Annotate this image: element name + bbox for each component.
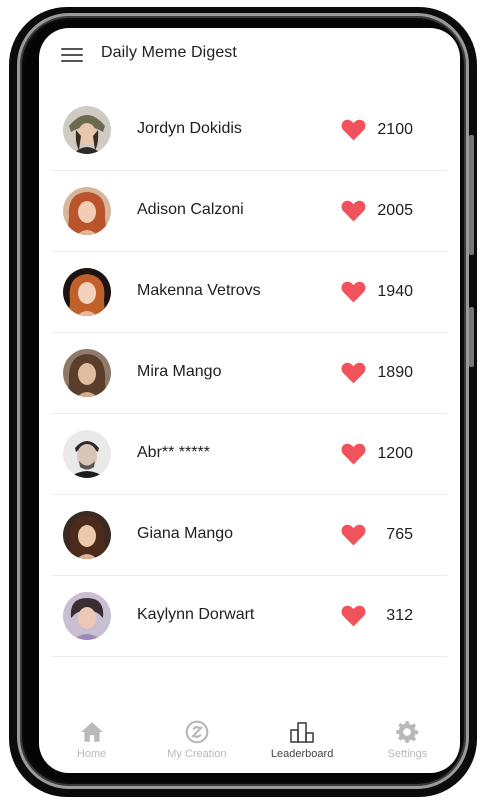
like-count: 2005 — [377, 202, 413, 219]
app-header: Daily Meme Digest — [39, 28, 460, 84]
nav-label: My Creation — [167, 748, 227, 760]
nav-settings[interactable]: Settings — [355, 711, 460, 773]
heart-icon[interactable] — [341, 199, 366, 222]
score: 312 — [341, 604, 413, 628]
leaderboard-row[interactable]: Mira Mango 1890 — [51, 333, 447, 414]
user-name: Giana Mango — [137, 525, 234, 542]
user-name: Jordyn Dokidis — [137, 120, 242, 137]
avatar — [63, 511, 111, 559]
score: 1200 — [341, 442, 413, 466]
avatar — [63, 430, 111, 478]
app-title: Daily Meme Digest — [101, 44, 237, 61]
nav-label: Settings — [387, 748, 428, 760]
score: 765 — [341, 523, 413, 547]
score: 1890 — [341, 361, 413, 385]
app-screen: Daily Meme Digest Jordyn Dokidis 2100 Ad… — [39, 28, 460, 773]
score: 2005 — [341, 199, 413, 223]
creation-icon — [185, 720, 209, 744]
bottom-nav: Home My Creation Leaderboard Settings — [39, 711, 460, 773]
heart-icon[interactable] — [341, 280, 366, 303]
user-name: Mira Mango — [137, 363, 222, 380]
avatar — [63, 268, 111, 316]
score: 2100 — [341, 118, 413, 142]
like-count: 2100 — [377, 121, 413, 138]
heart-icon[interactable] — [341, 442, 366, 465]
nav-label: Home — [76, 748, 107, 760]
user-name: Kaylynn Dorwart — [137, 606, 255, 623]
leaderboard-row[interactable]: Adison Calzoni 2005 — [51, 171, 447, 252]
like-count: 1890 — [377, 364, 413, 381]
user-name: Abr** ***** — [137, 444, 210, 461]
avatar — [63, 349, 111, 397]
score: 1940 — [341, 280, 413, 304]
avatar — [63, 592, 111, 640]
user-name: Makenna Vetrovs — [137, 282, 261, 299]
nav-my-creation[interactable]: My Creation — [144, 711, 249, 773]
like-count: 1200 — [377, 445, 413, 462]
leaderboard-icon — [290, 722, 314, 743]
like-count: 312 — [386, 607, 413, 624]
like-count: 765 — [386, 526, 413, 543]
hamburger-menu-icon[interactable] — [61, 46, 85, 64]
heart-icon[interactable] — [341, 604, 366, 627]
user-name: Adison Calzoni — [137, 201, 244, 218]
power-button — [469, 307, 474, 367]
leaderboard-row[interactable]: Kaylynn Dorwart 312 — [51, 576, 447, 657]
leaderboard-row[interactable]: Giana Mango 765 — [51, 495, 447, 576]
heart-icon[interactable] — [341, 361, 366, 384]
nav-leaderboard[interactable]: Leaderboard — [250, 711, 355, 773]
leaderboard-row[interactable]: Jordyn Dokidis 2100 — [51, 90, 447, 171]
volume-button — [469, 135, 474, 255]
nav-label: Leaderboard — [270, 748, 334, 760]
heart-icon[interactable] — [341, 523, 366, 546]
nav-home[interactable]: Home — [39, 711, 144, 773]
avatar — [63, 106, 111, 154]
avatar — [63, 187, 111, 235]
home-icon — [80, 722, 103, 742]
gear-icon — [396, 721, 419, 743]
like-count: 1940 — [377, 283, 413, 300]
leaderboard-list: Jordyn Dokidis 2100 Adison Calzoni 2005 — [51, 90, 447, 657]
leaderboard-row[interactable]: Makenna Vetrovs 1940 — [51, 252, 447, 333]
leaderboard-row[interactable]: Abr** ***** 1200 — [51, 414, 447, 495]
heart-icon[interactable] — [341, 118, 366, 141]
